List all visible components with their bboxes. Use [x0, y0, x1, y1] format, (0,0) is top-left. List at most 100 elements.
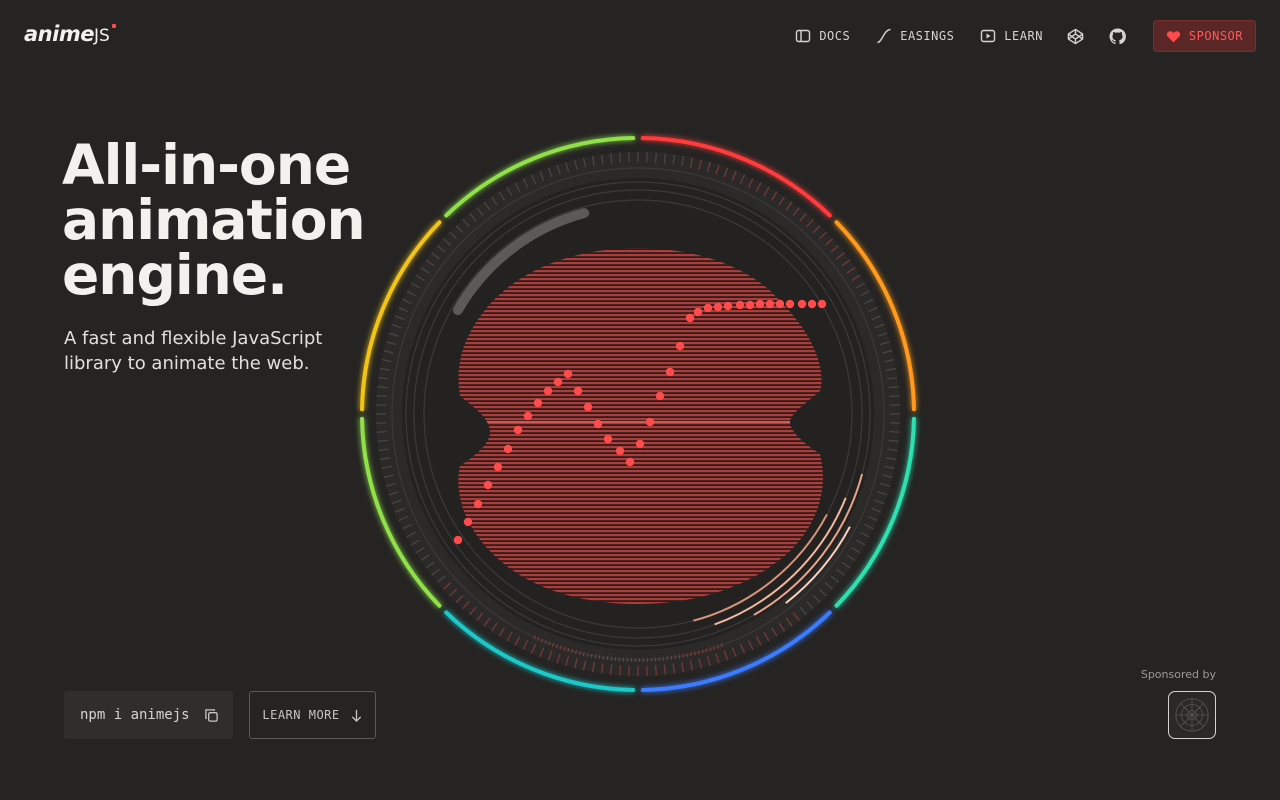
trail-dot: [533, 398, 543, 408]
nav-docs[interactable]: DOCS: [795, 28, 850, 44]
hero-headline: All-in-one animation engine.: [62, 133, 366, 307]
blob-stripe: [458, 414, 823, 417]
blob-stripe: [458, 518, 823, 521]
nav-learn-label: LEARN: [1004, 29, 1043, 43]
blob-stripe: [458, 338, 823, 341]
blob-stripe: [458, 526, 823, 529]
blob-stripe: [458, 430, 823, 433]
trail-dot: [685, 313, 695, 323]
docs-panel-icon: [796, 29, 811, 43]
trail-dot: [713, 302, 723, 312]
github-link[interactable]: [1109, 27, 1127, 45]
tick-mark: [654, 665, 657, 676]
trail-dot: [655, 391, 665, 401]
hero-subtitle: A fast and flexible JavaScript library t…: [64, 328, 323, 374]
trail-dot: [693, 307, 703, 317]
trail-dot: [765, 299, 775, 309]
nav-easings[interactable]: EASINGS: [876, 28, 954, 44]
trail-dot: [625, 457, 635, 467]
blob-stripe: [458, 314, 823, 317]
codepen-icon: [1068, 28, 1084, 44]
blob-stripe: [458, 494, 823, 497]
trail-dot: [785, 299, 795, 309]
codepen-link[interactable]: [1067, 27, 1085, 45]
tick-mark: [376, 430, 387, 433]
blob-stripe: [458, 406, 823, 409]
blob-stripe: [458, 382, 823, 385]
blob-stripe: [458, 326, 823, 329]
logo-text: anime: [24, 22, 94, 46]
blob-stripe: [458, 398, 823, 401]
hero-animation: [350, 126, 926, 702]
trail-dot: [745, 300, 755, 310]
blob-stripe: [458, 498, 823, 501]
blob-stripe: [458, 342, 823, 345]
blob-stripe: [458, 482, 823, 485]
tick-mark: [889, 395, 900, 398]
trail-dot: [755, 299, 765, 309]
learn-more-button[interactable]: LEARN MORE: [249, 691, 376, 739]
tick-mark: [376, 395, 387, 398]
blob-stripe: [458, 294, 823, 297]
blob-stripe: [458, 506, 823, 509]
blob-stripe: [458, 334, 823, 337]
sponsor-logo-tile[interactable]: [1168, 691, 1216, 739]
blob-stripe: [458, 390, 823, 393]
blob-stripe: [458, 554, 823, 557]
blob-stripe: [458, 370, 823, 373]
sponsored-by-label: Sponsored by: [1140, 668, 1216, 681]
blob-stripe: [458, 542, 823, 545]
blob-stripe: [458, 534, 823, 537]
trail-dot: [807, 299, 817, 309]
blob-stripe: [458, 354, 823, 357]
blob-stripe: [458, 514, 823, 517]
blob-stripe: [458, 374, 823, 377]
blob-stripe: [458, 466, 823, 469]
blob-stripe: [458, 362, 823, 365]
arrow-down-icon: [351, 709, 361, 722]
blob-stripe: [458, 318, 823, 321]
headline-line-3: engine.: [62, 243, 288, 307]
blob-stripe: [458, 558, 823, 561]
top-navigation: DOCS EASINGS LEARN SPONSOR: [769, 20, 1256, 52]
trail-dot: [797, 299, 807, 309]
blob-stripe: [458, 330, 823, 333]
blob-stripe: [458, 310, 823, 313]
learn-more-label: LEARN MORE: [262, 708, 340, 722]
trail-dot: [493, 462, 503, 472]
blob-stripe: [458, 502, 823, 505]
trail-dot: [543, 386, 553, 396]
nav-docs-label: DOCS: [819, 29, 851, 43]
blob-stripe: [458, 298, 823, 301]
blob-stripe: [458, 386, 823, 389]
heart-icon: [1166, 30, 1181, 42]
sponsor-button-label: SPONSOR: [1188, 29, 1243, 43]
trail-dot: [703, 303, 713, 313]
blob-stripe: [458, 418, 823, 421]
trail-dot: [473, 499, 483, 509]
blob-stripe: [458, 346, 823, 349]
headline-line-2: animation: [62, 188, 366, 252]
easing-curve-icon: [877, 28, 891, 44]
animejs-logo[interactable]: animeJS: [24, 22, 116, 46]
blob-stripe: [458, 350, 823, 353]
blob-stripe: [458, 454, 823, 457]
copy-icon[interactable]: [204, 708, 219, 723]
headline-line-1: All-in-one: [62, 133, 351, 197]
blob-stripe: [458, 394, 823, 397]
sponsor-button[interactable]: SPONSOR: [1152, 20, 1256, 52]
trail-dot: [665, 367, 675, 377]
blob-stripe: [458, 322, 823, 325]
blob-stripe: [458, 434, 823, 437]
blob-stripe: [458, 426, 823, 429]
nav-easings-label: EASINGS: [900, 29, 955, 43]
trail-dot: [553, 377, 563, 387]
github-icon: [1109, 28, 1127, 44]
nav-learn[interactable]: LEARN: [980, 28, 1043, 44]
tick-mark: [654, 152, 657, 163]
blob-stripe: [458, 486, 823, 489]
install-command-box[interactable]: npm i animejs: [64, 691, 233, 739]
logo-accent-dot: [111, 24, 116, 28]
blob-stripe: [458, 550, 823, 553]
trail-dot: [593, 419, 603, 429]
